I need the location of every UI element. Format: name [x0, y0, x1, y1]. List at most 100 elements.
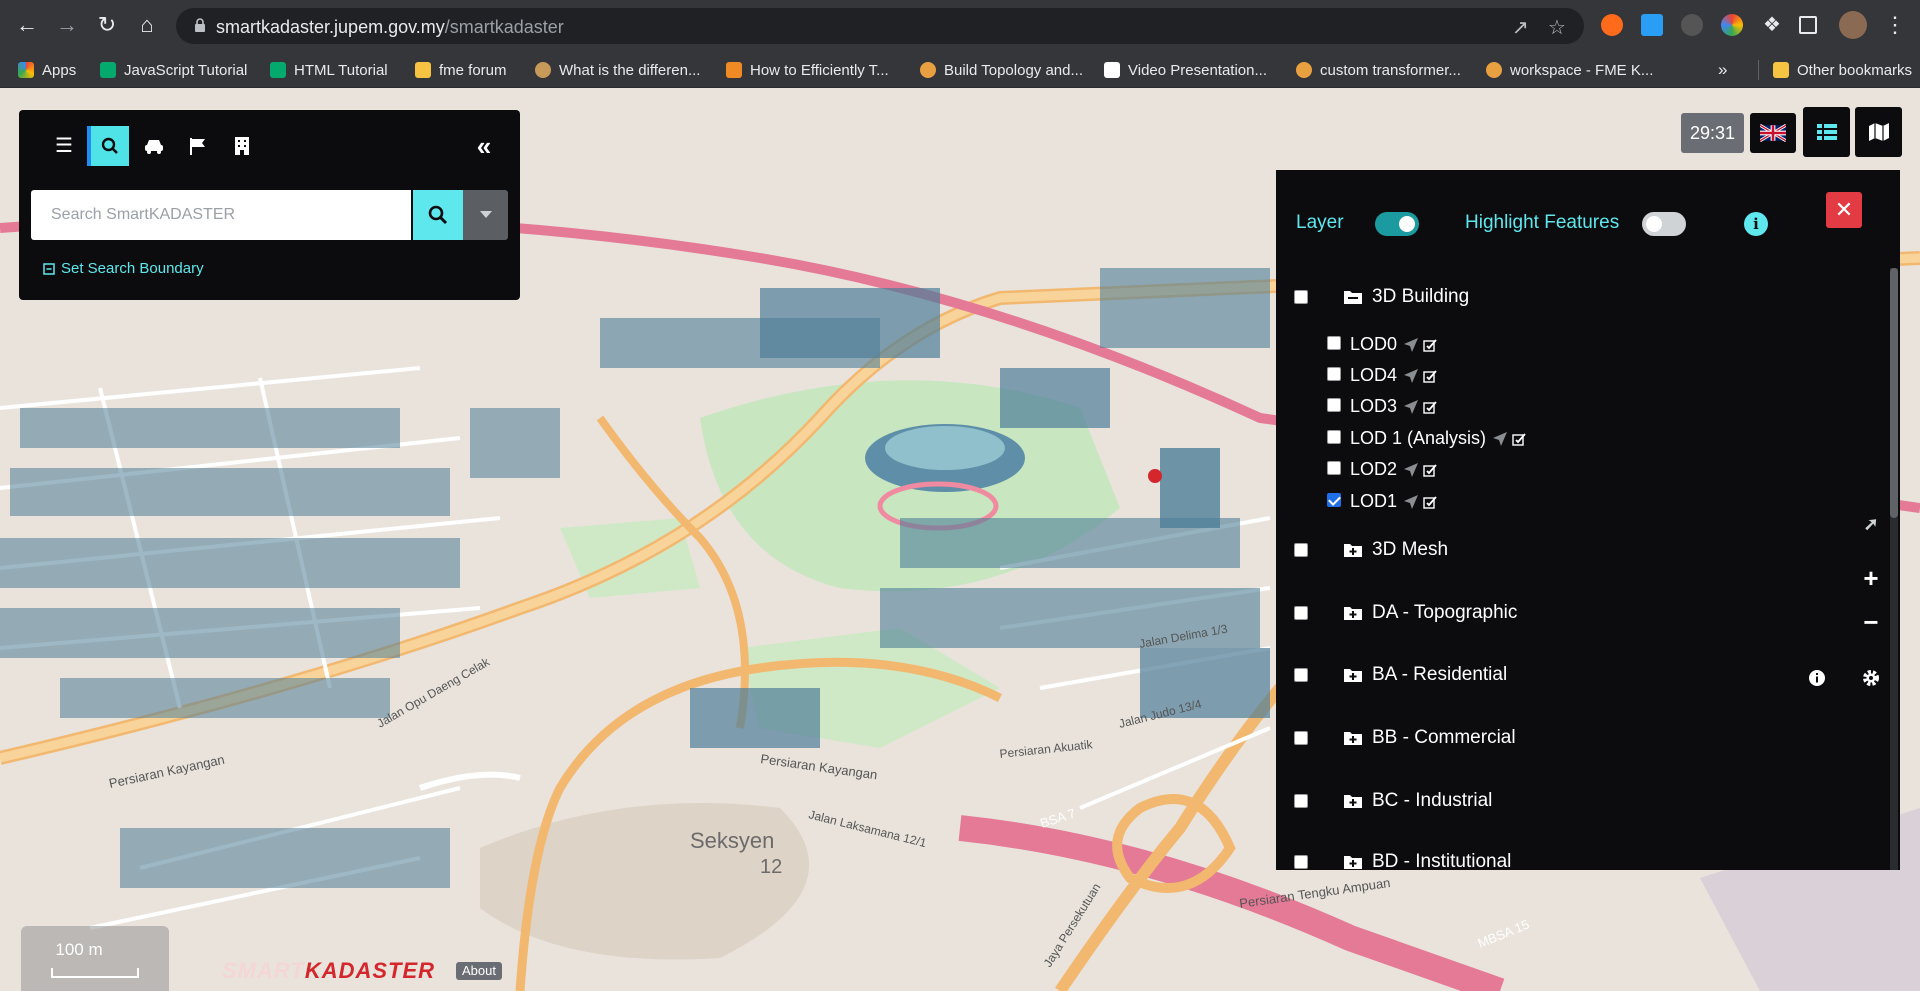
car-icon[interactable]	[133, 126, 175, 166]
layer-group-da-topographic[interactable]: DA - Topographic	[1276, 598, 1876, 628]
list-icon[interactable]: ☰	[43, 126, 85, 166]
map-label-seksyen-no: 12	[760, 856, 782, 878]
edit-style-icon[interactable]	[1423, 400, 1437, 414]
collapse-icon[interactable]: «	[463, 126, 505, 166]
edit-style-icon[interactable]	[1512, 432, 1526, 446]
address-bar[interactable]: smartkadaster.jupem.gov.my/smartkadaster…	[176, 8, 1584, 44]
zoom-to-icon[interactable]	[1403, 337, 1419, 353]
home-icon[interactable]: ⌂	[132, 10, 162, 40]
menu-icon[interactable]: ⋮	[1880, 10, 1910, 40]
reload-icon[interactable]: ↻	[92, 10, 122, 40]
layer-checkbox[interactable]	[1294, 290, 1308, 304]
layer-toggle[interactable]	[1375, 212, 1419, 236]
set-search-boundary-link[interactable]: Set Search Boundary	[43, 260, 204, 277]
edit-style-icon[interactable]	[1423, 338, 1437, 352]
settings-button[interactable]	[1856, 663, 1886, 694]
bookmark-item[interactable]: Build Topology and...	[920, 60, 1083, 80]
share-icon[interactable]: ↗	[1512, 15, 1529, 40]
bookmark-item[interactable]: How to Efficiently T...	[726, 60, 889, 80]
highlight-features-toggle[interactable]	[1642, 212, 1686, 236]
bookmark-item[interactable]: Video Presentation...	[1104, 60, 1267, 80]
search-input[interactable]	[31, 190, 411, 240]
bookmark-item[interactable]: workspace - FME K...	[1486, 60, 1653, 80]
about-button[interactable]: About	[456, 962, 502, 980]
bookmark-label: Other bookmarks	[1797, 61, 1913, 79]
layer-checkbox-checked[interactable]	[1327, 493, 1341, 507]
layer-scrollbar-thumb[interactable]	[1890, 268, 1898, 518]
map-icon	[1869, 123, 1889, 141]
zoom-to-icon[interactable]	[1492, 431, 1508, 447]
sublayer-lod1[interactable]: LOD1	[1276, 489, 1876, 513]
layer-list-button[interactable]	[1803, 107, 1850, 157]
zoom-to-icon[interactable]	[1403, 462, 1419, 478]
layer-group-3d-building[interactable]: 3D Building	[1276, 282, 1876, 312]
bookmark-overflow[interactable]: »	[1718, 60, 1727, 80]
layer-group-bb-commercial[interactable]: BB - Commercial	[1276, 723, 1876, 753]
extension-icon-1[interactable]	[1601, 14, 1623, 36]
puzzle-icon[interactable]: ❖	[1757, 10, 1787, 40]
bookmark-item[interactable]: What is the differen...	[535, 60, 700, 80]
info-icon	[1809, 670, 1825, 686]
layer-checkbox[interactable]	[1294, 731, 1308, 745]
layer-checkbox[interactable]	[1294, 668, 1308, 682]
edit-style-icon[interactable]	[1423, 495, 1437, 509]
map-marker[interactable]	[1148, 469, 1162, 483]
close-layer-panel-button[interactable]: ✕	[1826, 192, 1862, 228]
info-icon[interactable]: i	[1744, 212, 1768, 236]
feature-info-button[interactable]	[1802, 663, 1832, 694]
extension-icon-2[interactable]	[1641, 14, 1663, 36]
north-arrow-icon[interactable]: ➚	[1856, 514, 1886, 535]
edit-style-icon[interactable]	[1423, 369, 1437, 383]
layer-checkbox[interactable]	[1327, 336, 1341, 350]
extension-icon-3[interactable]	[1681, 14, 1703, 36]
zoom-to-icon[interactable]	[1403, 494, 1419, 510]
flag-icon[interactable]	[177, 126, 219, 166]
sublayer-lod2[interactable]: LOD2	[1276, 457, 1876, 481]
search-dropdown-button[interactable]	[463, 190, 508, 240]
zoom-in-button[interactable]: +	[1856, 563, 1886, 594]
language-button[interactable]	[1750, 113, 1796, 153]
bookmark-apps[interactable]: Apps	[18, 60, 76, 80]
layer-checkbox[interactable]	[1294, 543, 1308, 557]
search-tool-button[interactable]	[87, 126, 129, 166]
search-button[interactable]	[413, 190, 463, 240]
extension-icon-4[interactable]	[1721, 14, 1743, 36]
zoom-to-icon[interactable]	[1403, 399, 1419, 415]
layer-group-bd-institutional[interactable]: BD - Institutional	[1276, 847, 1876, 870]
sublayer-lod1-analysis[interactable]: LOD 1 (Analysis)	[1276, 426, 1876, 450]
layer-checkbox[interactable]	[1294, 855, 1308, 869]
bookmark-item[interactable]: fme forum	[415, 60, 507, 80]
layer-group-ba-residential[interactable]: BA - Residential	[1276, 660, 1876, 690]
sublayer-lod0[interactable]: LOD0	[1276, 332, 1876, 356]
avatar[interactable]	[1839, 11, 1867, 39]
bookmark-item[interactable]: HTML Tutorial	[270, 60, 388, 80]
basemap-button[interactable]	[1855, 107, 1902, 157]
bookmark-label: Video Presentation...	[1128, 61, 1267, 79]
edit-style-icon[interactable]	[1423, 463, 1437, 477]
sublayer-label: LOD3	[1350, 396, 1398, 416]
layer-checkbox[interactable]	[1327, 430, 1341, 444]
zoom-out-button[interactable]: −	[1856, 607, 1886, 638]
layer-checkbox[interactable]	[1327, 367, 1341, 381]
star-icon[interactable]: ☆	[1548, 15, 1566, 40]
layer-checkbox[interactable]	[1327, 398, 1341, 412]
layer-checkbox[interactable]	[1294, 606, 1308, 620]
layer-checkbox[interactable]	[1294, 794, 1308, 808]
layer-group-bc-industrial[interactable]: BC - Industrial	[1276, 786, 1876, 816]
zoom-to-icon[interactable]	[1403, 368, 1419, 384]
layer-group-3d-mesh[interactable]: 3D Mesh	[1276, 535, 1876, 565]
sublayer-lod4[interactable]: LOD4	[1276, 363, 1876, 387]
sublayer-label: LOD1	[1350, 491, 1398, 511]
bookmark-other[interactable]: Other bookmarks	[1758, 60, 1912, 80]
site-icon	[1296, 62, 1312, 78]
back-icon[interactable]: ←	[12, 10, 42, 40]
building-icon[interactable]	[221, 126, 263, 166]
bookmark-item[interactable]: JavaScript Tutorial	[100, 60, 247, 80]
forward-icon[interactable]: →	[52, 10, 82, 40]
layer-checkbox[interactable]	[1327, 461, 1341, 475]
sublayer-lod3[interactable]: LOD3	[1276, 394, 1876, 418]
sidepanel-icon[interactable]	[1799, 16, 1817, 34]
folder-icon	[1773, 62, 1789, 78]
bookmark-item[interactable]: custom transformer...	[1296, 60, 1461, 80]
search-box	[31, 190, 411, 240]
